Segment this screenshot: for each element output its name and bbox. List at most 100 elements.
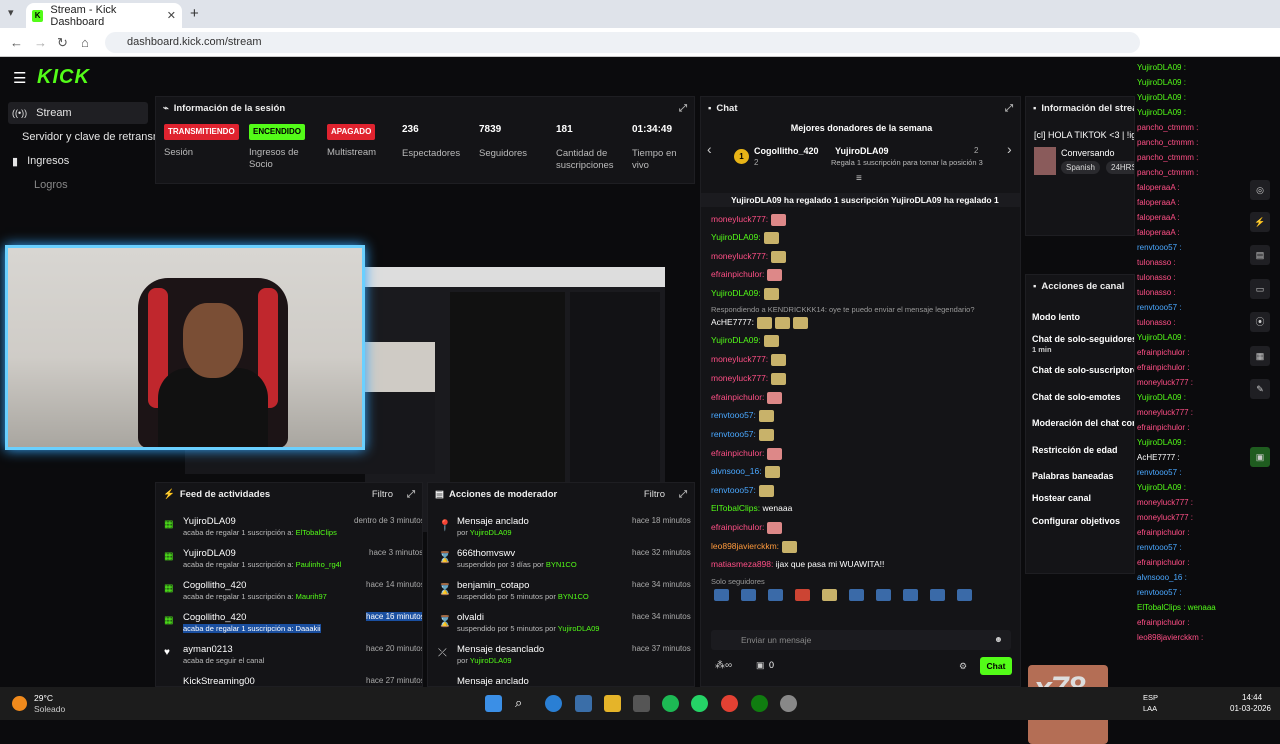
action-banned-words[interactable]: Palabras baneadas	[1032, 471, 1114, 481]
action-slow-mode[interactable]: Modo lento	[1032, 312, 1080, 322]
chat-user[interactable]: renvtooo57:	[711, 429, 756, 439]
action-age-restriction[interactable]: Restricción de edad	[1032, 445, 1118, 455]
category-name[interactable]: Conversando	[1061, 148, 1115, 158]
chat-user[interactable]: ElTobalClips:	[711, 503, 760, 513]
tool-button[interactable]: ▤	[1250, 245, 1270, 265]
forward-icon[interactable]: →	[34, 35, 47, 50]
spotify-icon[interactable]	[662, 695, 679, 712]
chrome-icon[interactable]	[721, 695, 738, 712]
new-tab-button[interactable]: +	[190, 5, 199, 22]
action-emotes-only[interactable]: Chat de solo-emotes	[1032, 392, 1121, 402]
chat-message[interactable]: efrainpichulor:	[711, 391, 783, 404]
chat-user[interactable]: efrainpichulor:	[711, 522, 764, 532]
chat-message[interactable]: moneyluck777:	[711, 250, 787, 263]
chat-message[interactable]: YujiroDLA09:	[711, 231, 779, 244]
expand-icon[interactable]: ⤢	[679, 489, 687, 500]
settings-group-icon[interactable]: ⁂∞	[715, 660, 732, 671]
emote[interactable]	[822, 589, 837, 601]
clock-time[interactable]: 14:44	[1242, 693, 1262, 702]
chat-message[interactable]: efrainpichulor:	[711, 521, 783, 534]
chat-user[interactable]: moneyluck777:	[711, 373, 768, 383]
action-followers-only[interactable]: Chat de solo-seguidores 1 min	[1032, 334, 1134, 354]
reload-icon[interactable]: ↻	[57, 35, 68, 51]
chat-user[interactable]: YujiroDLA09:	[711, 232, 761, 242]
chat-user[interactable]: YujiroDLA09:	[711, 335, 761, 345]
tab-search-icon[interactable]: ▾	[8, 6, 14, 19]
expand-icon[interactable]: ⤢	[407, 489, 415, 500]
chat-user[interactable]: moneyluck777:	[711, 214, 768, 224]
feed-row[interactable]: ♥ ayman0213 acaba de seguir el canal hace 2…	[164, 644, 422, 672]
chat-input[interactable]: Enviar un mensaje ☻	[711, 630, 1011, 650]
send-chat-button[interactable]: Chat	[980, 657, 1012, 675]
folder-icon[interactable]	[604, 695, 621, 712]
sidebar-item-server-key[interactable]: Servidor y clave de retransm	[18, 126, 162, 148]
language-indicator[interactable]: ESP	[1143, 693, 1158, 702]
filter-button[interactable]: Filtro	[372, 489, 393, 500]
emote[interactable]	[957, 589, 972, 601]
tool-button[interactable]: ✎	[1250, 379, 1270, 399]
tool-button[interactable]: ⚡	[1250, 212, 1270, 232]
chat-user[interactable]: efrainpichulor:	[711, 269, 764, 279]
filter-button[interactable]: Filtro	[644, 489, 665, 500]
chat-message[interactable]: leo898javierckkm:	[711, 540, 798, 553]
emote[interactable]	[714, 589, 729, 601]
chat-message[interactable]: alvnsooo_16:	[711, 465, 780, 478]
emoji-icon[interactable]: ☻	[994, 634, 1003, 644]
kick-logo[interactable]: KICK	[37, 66, 90, 89]
tool-button[interactable]: ◎	[1250, 180, 1270, 200]
chat-user[interactable]: efrainpichulor:	[711, 392, 764, 402]
emote[interactable]	[795, 589, 810, 601]
mod-row[interactable]: ⌛ 666thomvswv suspendido por 3 días por BY…	[436, 548, 691, 576]
emote[interactable]	[849, 589, 864, 601]
mod-row[interactable]: ⌛ olvaldi suspendido por 5 minutos por Yuj…	[436, 612, 691, 640]
mod-row[interactable]: ⤫ Mensaje desanclado por YujiroDLA09 hace 3…	[436, 644, 691, 672]
search-icon[interactable]: ⌕	[515, 695, 532, 712]
action-ai-moderation[interactable]: Moderación del chat con IA	[1032, 418, 1134, 428]
feed-row[interactable]: ▦ Cogollitho_420 acaba de regalar 1 suscri…	[164, 580, 422, 608]
action-goals[interactable]: Configurar objetivos	[1032, 516, 1120, 526]
chat-user[interactable]: alvnsooo_16:	[711, 466, 762, 476]
expand-icon[interactable]: ⤢	[679, 103, 687, 114]
store-icon[interactable]	[575, 695, 592, 712]
chat-message[interactable]: YujiroDLA09:	[711, 334, 779, 347]
mod-row[interactable]: ⌛ benjamin_cotapo suspendido por 5 minutos…	[436, 580, 691, 608]
emote[interactable]	[930, 589, 945, 601]
chat-user[interactable]: leo898javierckkm:	[711, 541, 779, 551]
chat-user[interactable]: YujiroDLA09:	[711, 288, 761, 298]
chat-user[interactable]: renvtooo57:	[711, 485, 756, 495]
chat-user[interactable]: AcHE7777:	[711, 317, 754, 327]
chat-message[interactable]: moneyluck777:	[711, 372, 787, 385]
tag[interactable]: Spanish	[1061, 161, 1100, 174]
emote[interactable]	[903, 589, 918, 601]
chat-message[interactable]: efrainpichulor:	[711, 447, 783, 460]
chat-user[interactable]: efrainpichulor:	[711, 448, 764, 458]
sidebar-item-achievements[interactable]: Logros	[30, 174, 68, 196]
tool-button[interactable]: ⦿	[1250, 312, 1270, 332]
app-icon[interactable]	[633, 695, 650, 712]
action-host-channel[interactable]: Hostear canal	[1032, 493, 1091, 503]
home-icon[interactable]: ⌂	[81, 35, 89, 50]
feed-row[interactable]: ▦ Cogollitho_420 acaba de regalar 1 suscri…	[164, 612, 422, 640]
action-subs-only[interactable]: Chat de solo-suscriptores	[1032, 365, 1134, 375]
chat-user[interactable]: moneyluck777:	[711, 251, 768, 261]
chat-message[interactable]: moneyluck777:	[711, 353, 787, 366]
emote[interactable]	[876, 589, 891, 601]
chat-user[interactable]: renvtooo57:	[711, 410, 756, 420]
tool-button[interactable]: ▦	[1250, 346, 1270, 366]
chat-message[interactable]: moneyluck777:	[711, 213, 787, 226]
chat-message[interactable]: YujiroDLA09:	[711, 287, 779, 300]
prev-arrow-icon[interactable]: ‹	[707, 141, 712, 157]
start-icon[interactable]	[485, 695, 502, 712]
sidebar-item-income[interactable]: ▮ Ingresos	[8, 150, 69, 172]
emote[interactable]	[768, 589, 783, 601]
obs-icon[interactable]	[780, 695, 797, 712]
chat-message[interactable]: renvtooo57:	[711, 409, 774, 422]
weather-temp[interactable]: 29°C	[34, 693, 53, 703]
chat-message[interactable]: AcHE7777:	[711, 316, 808, 329]
emote[interactable]	[741, 589, 756, 601]
next-arrow-icon[interactable]: ›	[1007, 141, 1012, 157]
edge-icon[interactable]	[545, 695, 562, 712]
feed-row[interactable]: ▦ YujiroDLA09 acaba de regalar 1 suscripci…	[164, 516, 422, 544]
url-input[interactable]: dashboard.kick.com/stream	[105, 32, 1140, 53]
timer-icon[interactable]: ▣	[756, 660, 765, 671]
